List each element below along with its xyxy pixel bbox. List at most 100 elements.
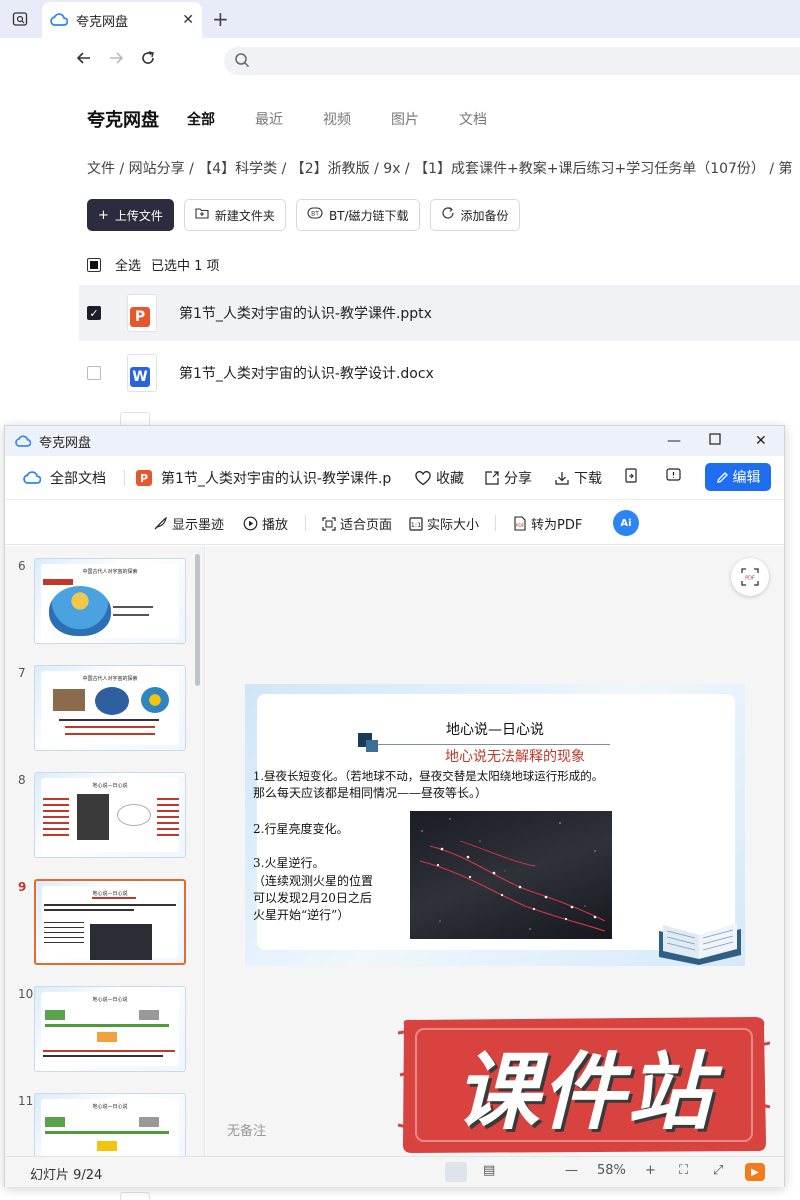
- convert-pdf-label: 转为PDF: [531, 518, 583, 533]
- svg-text:PDF: PDF: [745, 576, 755, 582]
- file-icon-partial: [120, 412, 150, 426]
- text-line: [59, 719, 159, 721]
- slide-thumbnail-panel[interactable]: 6 中国古代人对宇宙的探索 7 中国古代人对宇宙的探索 8 地心说—日心说 9 …: [5, 546, 205, 1156]
- pdf-icon: PDF: [514, 516, 526, 531]
- upload-label: 上传文件: [114, 208, 163, 223]
- save-to-drive-icon[interactable]: [624, 468, 638, 483]
- thumb-number: 10: [18, 987, 34, 1001]
- thumbnail-scrollbar[interactable]: [195, 554, 200, 686]
- label-box: [45, 1010, 65, 1020]
- tab-title: 夸克网盘: [76, 14, 129, 30]
- pptx-file-icon: P: [127, 294, 157, 332]
- text-line: [65, 726, 155, 728]
- selected-count: 已选中 1 项: [151, 259, 220, 274]
- selection-bar: 全选 已选中 1 项: [87, 255, 220, 274]
- zoom-level[interactable]: 58%: [597, 1163, 626, 1178]
- file-row[interactable]: ✓ P 第1节_人类对宇宙的认识-教学课件.pptx: [79, 285, 800, 341]
- svg-text:PDF: PDF: [516, 523, 525, 529]
- picture-placeholder: [53, 689, 85, 711]
- reload-icon[interactable]: [140, 50, 156, 71]
- upload-button[interactable]: + 上传文件: [87, 199, 174, 231]
- actual-size-button[interactable]: 1:1 实际大小: [409, 514, 479, 533]
- viewer-toolbar: 全部文档 P 第1节_人类对宇宙的认识-教学课件.p 收藏 分享 下载 编辑: [5, 456, 784, 500]
- close-tab-icon[interactable]: ✕: [182, 12, 194, 28]
- file-row[interactable]: W 第1节_人类对宇宙的认识-教学设计.docx: [79, 345, 800, 401]
- feedback-icon[interactable]: [666, 468, 681, 483]
- bt-download-button[interactable]: BT BT/磁力链下载: [295, 199, 420, 231]
- maximize-icon[interactable]: [709, 433, 721, 449]
- slide-thumbnail-active[interactable]: 地心说—日心说: [34, 879, 186, 965]
- viewer-status-bar: 幻灯片 9/24 ▤ — 58% + ⛶ ⤢ ▶: [5, 1156, 784, 1187]
- tab-search-icon[interactable]: [5, 6, 35, 32]
- file-checkbox[interactable]: ✓: [87, 306, 101, 320]
- browser-tab-bar: 夸克网盘 ✕ +: [0, 0, 800, 38]
- zoom-in-icon[interactable]: +: [645, 1163, 656, 1178]
- globe-picture: [141, 687, 169, 713]
- show-ink-label: 显示墨迹: [172, 518, 225, 533]
- slide-thumbnail[interactable]: 地心说—日心说: [34, 1093, 186, 1156]
- browser-nav-bar: [0, 38, 800, 84]
- text-line: [44, 909, 134, 911]
- scan-pdf-button[interactable]: PDF: [731, 558, 769, 596]
- slide-counter: 幻灯片 9/24: [30, 1168, 103, 1183]
- fit-page-label: 适合页面: [340, 518, 393, 533]
- file-name[interactable]: 第1节_人类对宇宙的认识-教学课件.pptx: [179, 303, 432, 323]
- file-checkbox[interactable]: [87, 366, 101, 380]
- tab-recent[interactable]: 最近: [255, 109, 323, 129]
- share-button[interactable]: 分享: [485, 468, 532, 488]
- tab-images[interactable]: 图片: [391, 109, 459, 129]
- all-docs-button[interactable]: 全部文档: [23, 468, 106, 488]
- back-arrow-icon[interactable]: [76, 50, 92, 71]
- tab-video[interactable]: 视频: [323, 109, 391, 129]
- edit-label: 编辑: [732, 470, 761, 486]
- label-box: [139, 1117, 159, 1127]
- document-name-label: 第1节_人类对宇宙的认识-教学课件.p: [161, 471, 392, 487]
- ai-assistant-icon[interactable]: Ai: [613, 510, 639, 536]
- slide-thumbnail[interactable]: 中国古代人对宇宙的探索: [34, 558, 186, 644]
- play-button[interactable]: 播放: [243, 514, 288, 533]
- text-line: [65, 733, 155, 735]
- close-window-icon[interactable]: ✕: [755, 433, 767, 449]
- slideshow-icon[interactable]: ▶: [745, 1163, 765, 1181]
- forward-arrow-icon[interactable]: [108, 50, 124, 71]
- file-name[interactable]: 第1节_人类对宇宙的认识-教学设计.docx: [179, 363, 434, 383]
- tab-all[interactable]: 全部: [187, 109, 255, 129]
- text-line: [113, 614, 149, 616]
- open-book-icon: [659, 923, 741, 965]
- docx-file-icon: W: [127, 354, 157, 392]
- fullscreen-icon[interactable]: ⤢: [713, 1163, 723, 1178]
- slide-thumbnail[interactable]: 地心说—日心说: [34, 772, 186, 858]
- fit-page-button[interactable]: 适合页面: [322, 514, 392, 533]
- browser-tab[interactable]: 夸克网盘 ✕: [42, 2, 202, 38]
- cosmos-illustration: [49, 586, 111, 636]
- select-all-label[interactable]: 全选: [115, 255, 141, 274]
- address-bar[interactable]: [224, 47, 800, 75]
- pptx-badge: P: [130, 307, 150, 327]
- label-box: [97, 1141, 117, 1151]
- thumb-title: 地心说—日心说: [92, 783, 128, 789]
- globe-picture: [95, 687, 129, 715]
- add-backup-button[interactable]: 添加备份: [429, 199, 520, 231]
- mars-retrograde-photo: [410, 811, 612, 939]
- show-ink-button[interactable]: 显示墨迹: [153, 514, 224, 533]
- normal-view-icon[interactable]: [445, 1162, 467, 1182]
- select-all-checkbox[interactable]: [87, 257, 101, 272]
- picture-placeholder: [77, 794, 109, 840]
- new-tab-button[interactable]: +: [212, 7, 229, 31]
- minimize-icon[interactable]: —: [667, 433, 681, 449]
- tab-docs[interactable]: 文档: [459, 109, 527, 129]
- download-button[interactable]: 下载: [555, 468, 602, 488]
- new-folder-button[interactable]: 新建文件夹: [183, 199, 286, 231]
- divider: [124, 470, 125, 486]
- breadcrumb[interactable]: 文件 / 网站分享 / 【4】科学类 / 【2】浙教版 / 9x / 【1】成套…: [87, 158, 793, 178]
- add-backup-label: 添加备份: [460, 208, 509, 223]
- zoom-out-icon[interactable]: —: [565, 1163, 578, 1178]
- edit-button[interactable]: 编辑: [705, 463, 771, 491]
- convert-pdf-button[interactable]: PDF 转为PDF: [513, 514, 582, 533]
- favorite-button[interactable]: 收藏: [415, 468, 464, 488]
- slide-thumbnail[interactable]: 地心说—日心说: [34, 986, 186, 1072]
- grid-view-icon[interactable]: ▤: [483, 1163, 495, 1178]
- slide-thumbnail[interactable]: 中国古代人对宇宙的探索: [34, 665, 186, 751]
- fit-icon[interactable]: ⛶: [679, 1163, 688, 1178]
- notes-placeholder: 无备注: [227, 1124, 267, 1139]
